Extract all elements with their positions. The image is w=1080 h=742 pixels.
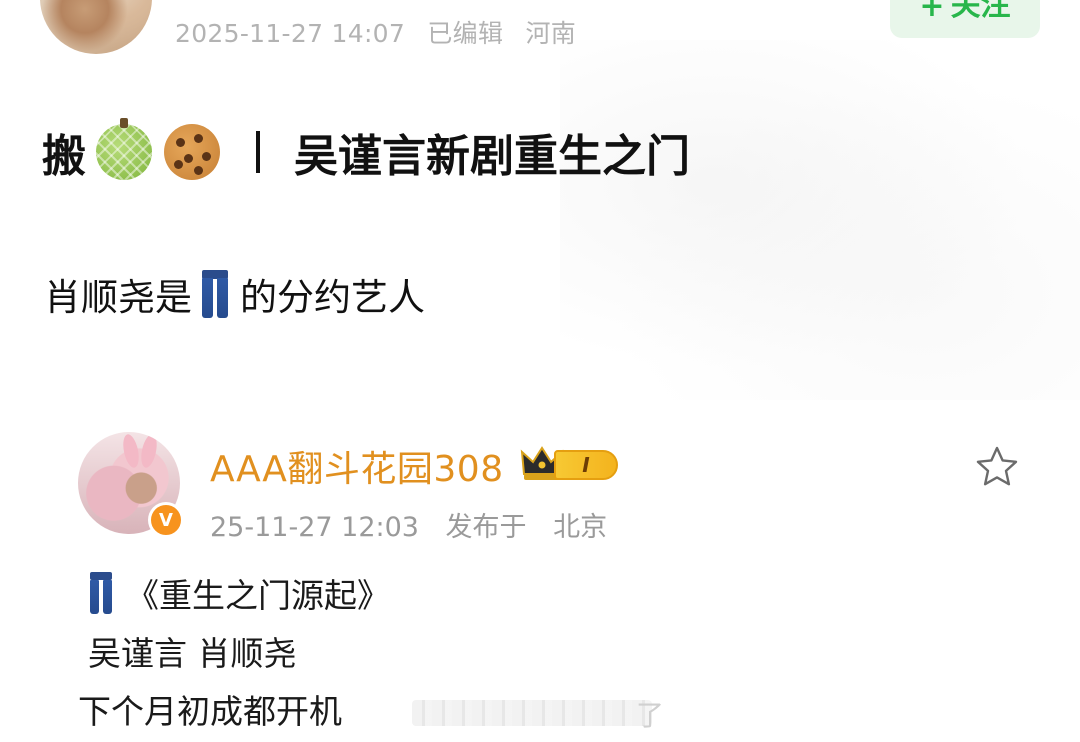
post-title: 搬 吴谨言新剧重生之门 [42, 118, 690, 184]
body-text-before: 肖顺尧是 [44, 276, 192, 319]
jeans-emoji-icon [88, 572, 114, 614]
repost-line-2: 吴谨言 肖顺尧 [88, 634, 297, 673]
post-body-line: 肖顺尧是 的分约艺人 [44, 266, 425, 322]
poster-avatar[interactable] [40, 0, 152, 54]
level-badge: I [554, 450, 618, 480]
background-watermark [560, 40, 1080, 400]
title-prefix: 搬 [42, 131, 86, 182]
repost-line-1-text: 《重生之门源起》 [126, 576, 390, 615]
follow-button-label: 关注 [950, 0, 1011, 23]
redaction-tail-text: 了 [636, 699, 665, 732]
title-separator [256, 131, 260, 173]
favorite-star-icon[interactable] [974, 444, 1020, 490]
blurred-redaction [412, 700, 652, 726]
melon-emoji-icon [96, 118, 152, 180]
cookie-emoji-icon [164, 124, 220, 180]
repost-location: 北京 [553, 512, 608, 543]
repost-meta: 25-11-27 12:03 发布于 北京 [210, 505, 625, 544]
body-text-after: 的分约艺人 [240, 276, 425, 319]
post-timestamp: 2025-11-27 14:07 [175, 19, 406, 48]
repost-time: 25-11-27 12:03 [210, 512, 419, 543]
verified-badge-icon: V [148, 502, 184, 538]
repost-line-1: 《重生之门源起》 [84, 568, 390, 618]
repost-line-3: 下个月初成都开机 [78, 692, 342, 731]
post-location: 河南 [525, 19, 577, 48]
post-edited-label: 已编辑 [427, 19, 504, 48]
level-badge-text: I [582, 453, 590, 477]
weibo-post-page: 2025-11-27 14:07 已编辑 河南 + 关注 搬 吴谨言新剧重生之门… [0, 0, 1080, 742]
plus-icon: + [919, 0, 945, 24]
repost-author-name[interactable]: AAA翻斗花园308 [210, 440, 504, 492]
post-meta: 2025-11-27 14:07 已编辑 河南 [175, 14, 590, 50]
follow-button[interactable]: + 关注 [890, 0, 1040, 38]
jeans-emoji-icon [200, 270, 230, 318]
title-text: 吴谨言新剧重生之门 [294, 131, 690, 182]
repost-published-label: 发布于 [445, 512, 527, 543]
